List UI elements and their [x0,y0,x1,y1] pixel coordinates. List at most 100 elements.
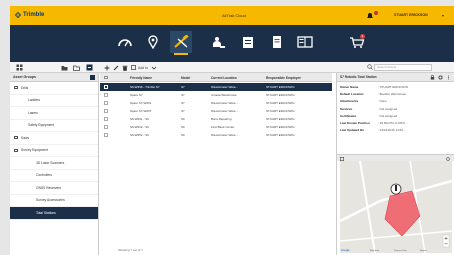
more-icon[interactable] [446,75,451,80]
column-header-friendly-name[interactable]: Friendly Name [130,76,152,80]
detail-field: Services: Not assigned [340,107,450,113]
nav-tools[interactable] [170,31,192,55]
detail-value: : Boulder Warehouse [378,92,407,97]
add-button[interactable] [104,64,110,71]
terms-link[interactable]: Terms of Use [394,250,407,252]
top-bar: Trimble AllTrak Cloud STUART ERICKSON ▾ [10,6,454,25]
row-checkbox[interactable] [104,93,108,97]
clipboard-icon [243,37,253,48]
asset-group-item[interactable]: Saws [10,132,98,145]
asset-group-item[interactable]: Ladders [10,95,98,107]
asset-group-item[interactable]: Drills [10,82,98,95]
more-button[interactable] [151,64,157,71]
cell-friendly-name: Spare S7 [130,93,143,98]
google-logo: Google [341,249,350,252]
nav-documents[interactable] [266,31,288,53]
search-input[interactable]: Search Assets [374,64,432,71]
folder-button[interactable] [61,64,68,71]
nav-locations[interactable] [142,31,164,53]
folder-icon [14,136,18,140]
nav-cart[interactable]: 1 [346,31,368,53]
table-row[interactable]: S6-W336 - Trimble S7 S7 Westminster Ware..… [100,83,332,91]
cell-employee: STUART ERICKSON [266,101,295,106]
detail-value: : 04/14/2016 14:52... [378,128,406,133]
detail-value: : None [378,99,387,104]
collapse-icon [86,64,93,71]
table-row[interactable]: Spare S7-W637 S7 Westminster Ware... STUART… [100,107,332,115]
app-title: AllTrak Cloud [222,13,246,18]
edit-button[interactable] [113,64,119,71]
add-to-label: Add to [138,65,149,70]
folder-icon [14,86,18,90]
user-name[interactable]: STUART ERICKSON [394,13,428,17]
cell-location: Westminster Ware... [211,101,239,106]
gear-icon[interactable] [438,75,443,80]
catalog-icon [297,36,313,48]
detail-key: Last Updated On [340,128,365,133]
row-checkbox[interactable] [104,85,108,89]
cell-model: S6 [181,125,185,130]
column-header-model[interactable]: Model [181,76,190,80]
cell-employee: STUART ERICKSON [266,133,295,138]
asset-group-item[interactable]: GNSS Receivers [10,182,98,195]
row-checkbox[interactable] [104,101,108,105]
cell-friendly-name: Spare S7-W637 [130,109,152,114]
collapse-panel-icon[interactable] [90,74,95,80]
nav-clipboard[interactable] [237,31,259,53]
asset-group-item[interactable]: Controllers [10,170,98,182]
column-header-location[interactable]: Current Location [211,76,237,80]
column-header-employee[interactable]: Responsible Employee [266,76,301,80]
collapse-button[interactable] [86,64,93,71]
map-canvas [340,161,452,253]
asset-group-label: Drills [21,85,29,90]
cell-model: S6 [181,133,185,138]
row-checkbox[interactable] [104,109,108,113]
screen: Trimble AllTrak Cloud STUART ERICKSON ▾ [0,0,454,255]
table-row[interactable]: S6-W631 - S6 S6 Boris Repairing STUART ERIC… [100,115,332,123]
table-row[interactable]: S6-W652 - S6 S6 Westminster Ware... STUART … [100,131,332,139]
map-toggle-icon[interactable] [340,156,344,161]
lock-icon[interactable] [430,75,435,80]
chevron-down-icon[interactable]: ▾ [442,13,444,18]
folder-open-button[interactable] [73,64,80,71]
row-checkbox[interactable] [104,133,108,137]
cell-location: Westminster Ware... [211,109,239,114]
details-title: S7 Robotic Total Station [340,75,377,79]
row-checkbox[interactable] [104,117,108,121]
detail-field: Certificates: Not assigned [340,114,450,120]
trimble-logo-icon [15,12,21,18]
trash-icon [122,65,128,71]
table-row[interactable]: S6-W632 - S6 S6 First Bank Center STUART ER… [100,123,332,131]
folder-icon [61,65,68,70]
asset-table: Friendly Name Model Current Location Res… [100,73,332,255]
delete-button[interactable] [122,64,128,71]
add-to-button[interactable]: Add to [131,64,148,71]
detail-key: Attachments [340,99,359,104]
table-row[interactable]: Spare S7 S7 Arvada Warehouse STUART ERICKSO… [100,91,332,99]
report-link[interactable]: Report [420,250,427,252]
asset-group-item[interactable]: Survey Equipment [10,145,98,157]
asset-group-item[interactable]: 3D Laser Scanners [10,157,98,170]
nav-catalog[interactable] [294,31,316,53]
detail-key: Services [340,106,353,111]
cell-employee: STUART ERICKSON [266,85,295,90]
map-settings-icon[interactable] [446,156,450,161]
trimble-logo[interactable]: Trimble [15,12,44,18]
asset-group-label: Ladders [28,98,40,103]
location-map[interactable]: Google Map data Terms of Use Report [340,161,452,253]
asset-group-item[interactable]: Lasers [10,107,98,120]
nav-dashboard[interactable] [114,31,136,53]
grid-view-button[interactable] [16,64,23,71]
nav-people[interactable] [208,31,230,53]
row-checkbox[interactable] [104,125,108,129]
app-window: Trimble AllTrak Cloud STUART ERICKSON ▾ [10,6,454,255]
asset-group-item[interactable]: Survey Accessories [10,195,98,207]
asset-group-item[interactable]: Safety Equipment [10,120,98,132]
add-to-icon [131,65,136,70]
notification-dot [374,11,378,15]
table-row[interactable]: Spare S7-W631 S7 Westminster Ware... STUART… [100,99,332,107]
search-icon[interactable] [367,64,373,71]
cell-location: Arvada Warehouse [211,93,237,98]
notification-bell-icon[interactable] [366,11,378,19]
asset-group-item[interactable]: Total Stations [10,207,98,220]
